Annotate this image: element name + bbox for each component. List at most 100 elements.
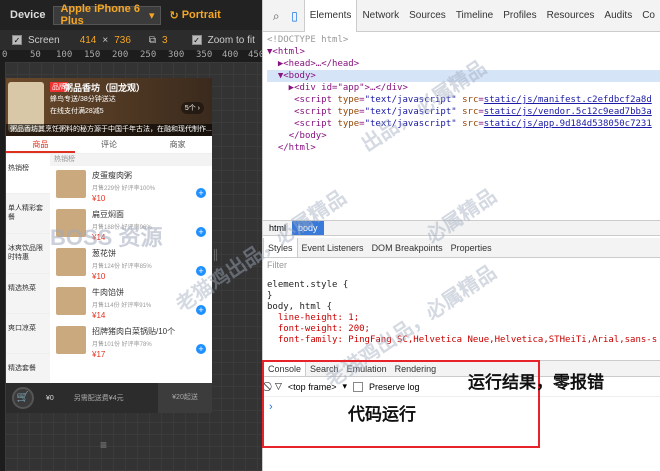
tab-sources[interactable]: Sources (404, 0, 451, 32)
delivery-fee: 另需配送费¥4元 (73, 395, 124, 402)
menu-item[interactable]: 精选热菜 (6, 274, 50, 314)
styles-tabs: Styles Event Listeners DOM Breakpoints P… (263, 238, 660, 258)
ruler-tick: 50 (30, 50, 41, 60)
food-name: 牛肉馅饼 (92, 288, 124, 297)
list-item[interactable]: 招牌猪肉白菜锅贴/10个 月售101份 好评率78% ¥17 + (50, 322, 212, 361)
tab-timeline[interactable]: Timeline (451, 0, 498, 32)
screen-label: Screen (28, 34, 60, 46)
list-item[interactable]: 皮蛋瘦肉粥月售229份 好评率100% ¥10 + (50, 166, 212, 205)
dom-body-close: </body> (288, 131, 327, 141)
category-title: 热销榜 (50, 154, 212, 166)
ruler-tick: 200 (112, 50, 129, 60)
dom-html-close: </html> (277, 143, 316, 153)
inspect-icon[interactable]: ⌕ (271, 9, 281, 23)
food-image (56, 248, 86, 276)
food-stats: 月售229份 好评率100% (92, 186, 156, 192)
add-icon[interactable]: + (196, 188, 206, 198)
tab-console[interactable]: Co (637, 0, 660, 32)
tab-elements[interactable]: Elements (303, 0, 358, 32)
times-sign: × (102, 34, 109, 46)
goods-body: 热销榜 单人精彩套餐 冰爽饮品限时特惠 精选热菜 爽口凉菜 精选套餐 热销榜 皮… (6, 154, 212, 394)
styles-filter-input[interactable]: Filter (267, 260, 287, 270)
add-icon[interactable]: + (196, 227, 206, 237)
dom-body-open[interactable]: <body> (283, 71, 316, 81)
device-select[interactable]: Apple iPhone 6 Plus ▾ (53, 3, 162, 27)
dpr-icon: ⧉ (148, 34, 157, 46)
food-name: 招牌猪肉白菜锅贴/10个 (92, 327, 176, 336)
script-link[interactable]: static/js/app.9d184d538050c7231 (484, 119, 652, 129)
ruler-tick: 250 (140, 50, 157, 60)
screen-checkbox[interactable]: ✓ (12, 35, 22, 45)
watermark: BOSS 资源 (50, 225, 163, 250)
ruler-tick: 0 (2, 50, 8, 60)
device-mode-icon[interactable]: ▯ (289, 9, 299, 23)
tab-audits[interactable]: Audits (599, 0, 637, 32)
screen-settings: ✓ Screen 414 × 736 ⧉ 3 ✓ Zoom to fit (0, 30, 262, 50)
zoom-checkbox[interactable]: ✓ (191, 35, 202, 45)
ruler-tick: 100 (56, 50, 73, 60)
dpr-field[interactable]: 3 (162, 35, 168, 46)
discount-info: 在线支付满28减5 (50, 108, 104, 115)
add-icon[interactable]: + (196, 344, 206, 354)
shop-name: 粥品香坊（回龙观） (64, 83, 146, 93)
annotation-result: 运行结果，零报错 (468, 373, 604, 393)
css-property[interactable]: line-height: 1; (267, 313, 657, 324)
food-price: ¥14 (92, 311, 106, 320)
food-price: ¥10 (92, 194, 106, 203)
portrait-button[interactable]: ↻ Portrait (169, 9, 220, 22)
shop-header: 品牌 粥品香坊（回龙观） 蜂鸟专送/38分钟送达 在线支付满28减5 5个 › … (6, 78, 212, 136)
tab-ratings[interactable]: 评论 (75, 136, 144, 153)
shop-notice[interactable]: 粥品香坊其烹饪粥料的秘方源于中国千年古法，在融和现代制作... (6, 124, 212, 136)
dom-app-div[interactable]: <div id="app">…</div> (294, 83, 408, 93)
ruler-tick: 400 (222, 50, 239, 60)
emulator-toolbar: Device Apple iPhone 6 Plus ▾ ↻ Portrait (0, 0, 262, 30)
cart-total: ¥0 (46, 394, 54, 402)
food-image (56, 170, 86, 198)
checkout-button[interactable]: ¥20起送 (158, 383, 212, 413)
dom-html-open[interactable]: <html> (272, 47, 305, 57)
delivery-info: 蜂鸟专送/38分钟送达 (50, 96, 116, 103)
script-link[interactable]: static/js/manifest.c2efdbcf2a8d (484, 95, 652, 105)
device-label: Device (10, 9, 46, 21)
menu-item[interactable]: 热销榜 (6, 154, 50, 194)
rotate-icon: ↻ (169, 9, 179, 22)
width-field[interactable]: 414 (80, 35, 97, 46)
shop-tabs: 商品 评论 商家 (6, 136, 212, 154)
tab-properties[interactable]: Properties (447, 238, 496, 257)
dropdown-arrow-icon: ▾ (148, 9, 155, 22)
tab-goods[interactable]: 商品 (6, 136, 75, 153)
support-count-button[interactable]: 5个 › (180, 102, 204, 114)
menu-item[interactable]: 爽口凉菜 (6, 314, 50, 354)
cart-bar: 🛒 ¥0 另需配送费¥4元 ¥20起送 (6, 383, 212, 413)
food-stats: 月售114份 好评率91% (92, 303, 152, 309)
tab-network[interactable]: Network (357, 0, 404, 32)
bottom-resize-handle-icon[interactable]: ≡ (100, 438, 107, 452)
tab-resources[interactable]: Resources (542, 0, 600, 32)
ruler-tick: 350 (196, 50, 213, 60)
food-name: 扁豆焖面 (92, 210, 124, 219)
tab-event-listeners[interactable]: Event Listeners (298, 238, 368, 257)
tab-profiles[interactable]: Profiles (498, 0, 541, 32)
category-menu: 热销榜 单人精彩套餐 冰爽饮品限时特惠 精选热菜 爽口凉菜 精选套餐 (6, 154, 50, 394)
script-link[interactable]: static/js/vendor.5c12c9ead7bb3a (484, 107, 652, 117)
food-price: ¥10 (92, 272, 106, 281)
height-field[interactable]: 736 (114, 35, 131, 46)
menu-item[interactable]: 冰爽饮品限时特惠 (6, 234, 50, 274)
devtools-toolbar: ⌕ ▯ Elements Network Sources Timeline Pr… (263, 0, 660, 32)
menu-item[interactable]: 单人精彩套餐 (6, 194, 50, 234)
horizontal-ruler: 0 50 100 150 200 250 300 350 400 450 (0, 50, 264, 62)
food-image (56, 326, 86, 354)
dom-doctype: <!DOCTYPE html> (267, 35, 349, 45)
food-image (56, 287, 86, 315)
cart-icon[interactable]: 🛒 (12, 387, 34, 409)
css-property[interactable]: font-family: PingFang SC,Helvetica Neue,… (267, 335, 657, 346)
dom-head[interactable]: <head>…</head> (283, 59, 359, 69)
tab-seller[interactable]: 商家 (143, 136, 212, 153)
food-stats: 月售124份 好评率85% (92, 264, 152, 270)
ruler-tick: 300 (168, 50, 185, 60)
goods-list: 热销榜 皮蛋瘦肉粥 月售229份 好评率100% ¥10 + 扁豆焖面 月售188份 … (50, 154, 212, 394)
ruler-tick: 150 (84, 50, 101, 60)
food-name: 皮蛋瘦肉粥 (92, 171, 132, 180)
annotation-code-run: 代码运行 (348, 405, 416, 425)
css-property[interactable]: font-weight: 200; (267, 324, 657, 335)
